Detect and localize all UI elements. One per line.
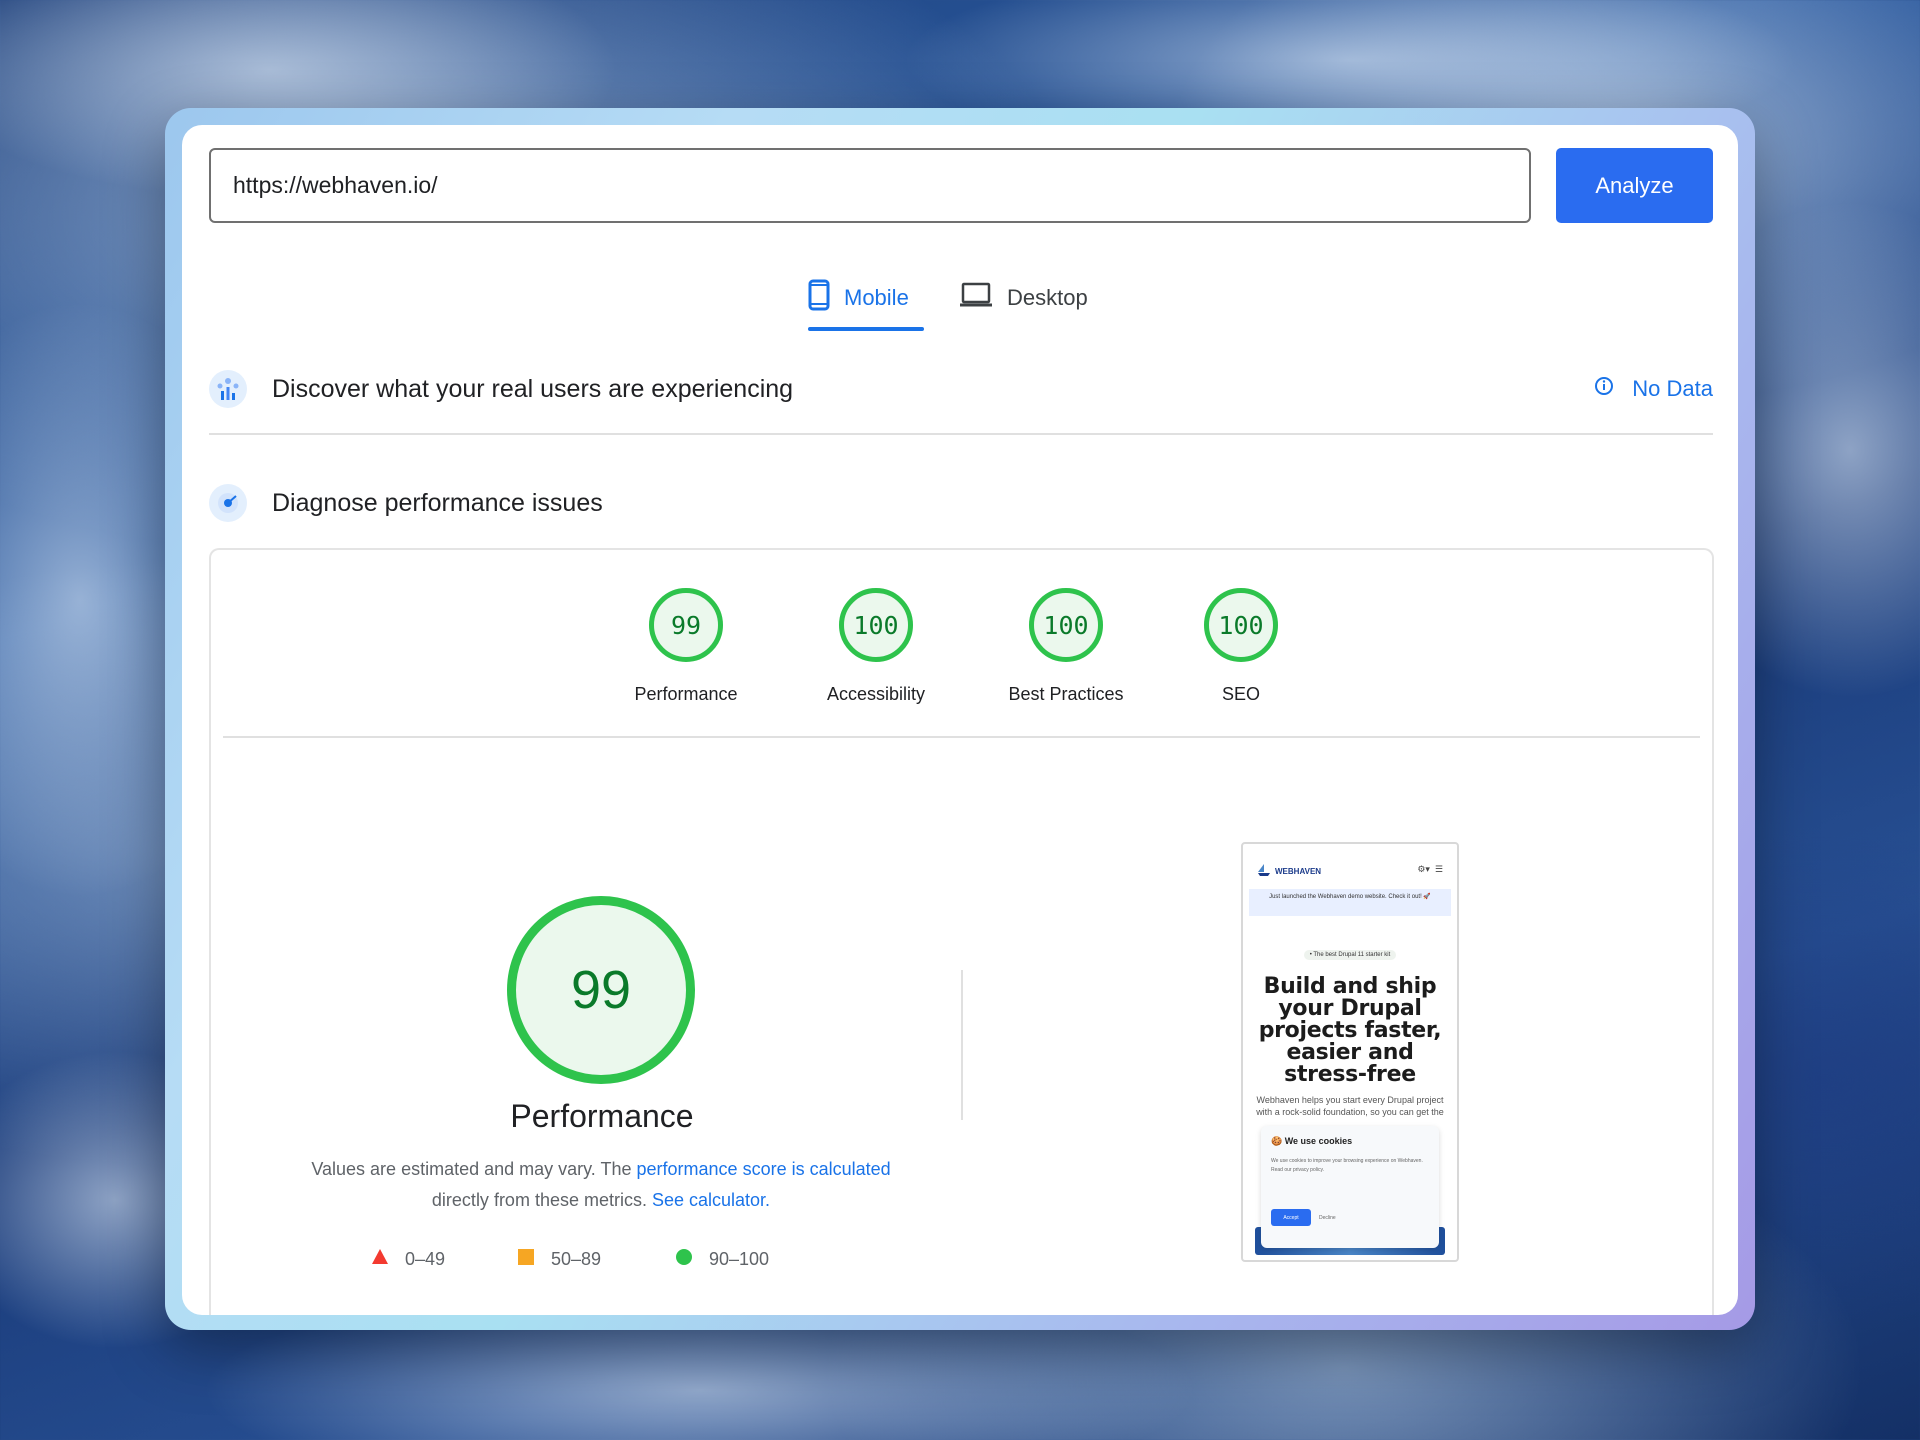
see-calculator-link[interactable]: See calculator. xyxy=(652,1190,770,1210)
desc-text: directly from these metrics. xyxy=(431,1190,652,1210)
score-label: Performance xyxy=(634,684,738,704)
phone-icon xyxy=(808,279,830,317)
tab-mobile[interactable]: Mobile xyxy=(808,265,924,331)
legend-range: 90–100 xyxy=(709,1249,770,1269)
score-label: SEO xyxy=(1221,684,1260,704)
url-input[interactable] xyxy=(209,148,1531,223)
score-label: Accessibility xyxy=(826,684,926,704)
thumb-cookie-dialog: 🍪 We use cookies We use cookies to impro… xyxy=(1261,1126,1439,1248)
score-calculated-link[interactable]: performance score is calculated xyxy=(637,1159,891,1179)
thumb-cookie-title: 🍪 We use cookies xyxy=(1271,1136,1353,1146)
thumb-cookie-text: We use cookies to improve your browsing … xyxy=(1271,1158,1423,1173)
section-divider xyxy=(209,433,1713,435)
field-data-title: Discover what your real users are experi… xyxy=(272,374,794,403)
field-data-section[interactable]: Discover what your real users are experi… xyxy=(209,368,1713,410)
legend-average: 50–89 xyxy=(517,1248,601,1271)
gauges-divider xyxy=(223,736,1700,738)
vertical-divider xyxy=(961,970,963,1120)
performance-title: Performance xyxy=(510,1098,694,1134)
info-icon xyxy=(1594,376,1614,402)
desc-text: Values are estimated and may vary. The xyxy=(311,1159,637,1179)
legend-range: 0–49 xyxy=(405,1249,446,1269)
score-gauge-performance[interactable]: 99 Performance xyxy=(616,588,756,705)
score-value: 100 xyxy=(1029,588,1103,662)
thumb-accept-button: Accept xyxy=(1271,1209,1311,1226)
device-tabs: Mobile Desktop xyxy=(808,265,1138,337)
score-value: 100 xyxy=(1204,588,1278,662)
score-gauge-seo[interactable]: 100 SEO xyxy=(1191,588,1291,705)
radar-icon xyxy=(209,484,247,522)
thumb-brand: WEBHAVEN xyxy=(1257,864,1321,878)
legend-pass: 90–100 xyxy=(675,1248,769,1271)
diagnose-section: Diagnose performance issues xyxy=(209,482,1713,524)
report-panel: 99 Performance 100 Accessibility 100 Bes… xyxy=(209,548,1714,1315)
laptop-icon xyxy=(959,281,993,315)
no-data-label: No Data xyxy=(1632,376,1713,401)
thumb-subtext: Webhaven helps you start every Drupal pr… xyxy=(1256,1095,1444,1117)
no-data-status[interactable]: No Data xyxy=(1594,376,1713,402)
thumb-decline-button: Decline xyxy=(1319,1214,1336,1221)
diagnose-title: Diagnose performance issues xyxy=(272,488,603,517)
performance-description: Values are estimated and may vary. The p… xyxy=(281,1154,921,1216)
boat-logo-icon xyxy=(1257,864,1271,878)
tab-desktop-label: Desktop xyxy=(1007,285,1088,310)
performance-big-gauge: 99 xyxy=(507,896,695,1084)
score-value: 99 xyxy=(649,588,723,662)
legend-fail: 0–49 xyxy=(371,1248,445,1271)
tab-desktop[interactable]: Desktop xyxy=(959,265,1119,331)
thumb-pill: • The best Drupal 11 starter kit xyxy=(1243,950,1457,960)
tab-mobile-label: Mobile xyxy=(844,285,909,310)
legend-range: 50–89 xyxy=(551,1249,602,1269)
score-value: 100 xyxy=(839,588,913,662)
score-gauge-best-practices[interactable]: 100 Best Practices xyxy=(986,588,1146,705)
thumb-menu-icon: ⚙▾ ☰ xyxy=(1417,864,1443,874)
thumb-brand-name: WEBHAVEN xyxy=(1275,866,1322,876)
score-label: Best Practices xyxy=(1008,684,1124,704)
circle-icon xyxy=(675,1248,693,1271)
thumb-banner: Just launched the Webhaven demo website.… xyxy=(1249,889,1451,916)
pagespeed-window: Analyze Mobile Desktop xyxy=(182,125,1738,1315)
triangle-icon xyxy=(371,1248,389,1271)
score-gauge-accessibility[interactable]: 100 Accessibility xyxy=(801,588,951,705)
page-screenshot-thumbnail: WEBHAVEN ⚙▾ ☰ Just launched the Webhaven… xyxy=(1241,842,1459,1262)
thumb-headline: Build and ship your Drupal projects fast… xyxy=(1258,974,1442,1087)
users-chart-icon xyxy=(209,370,247,408)
square-icon xyxy=(517,1248,535,1271)
analyze-button[interactable]: Analyze xyxy=(1556,148,1713,223)
